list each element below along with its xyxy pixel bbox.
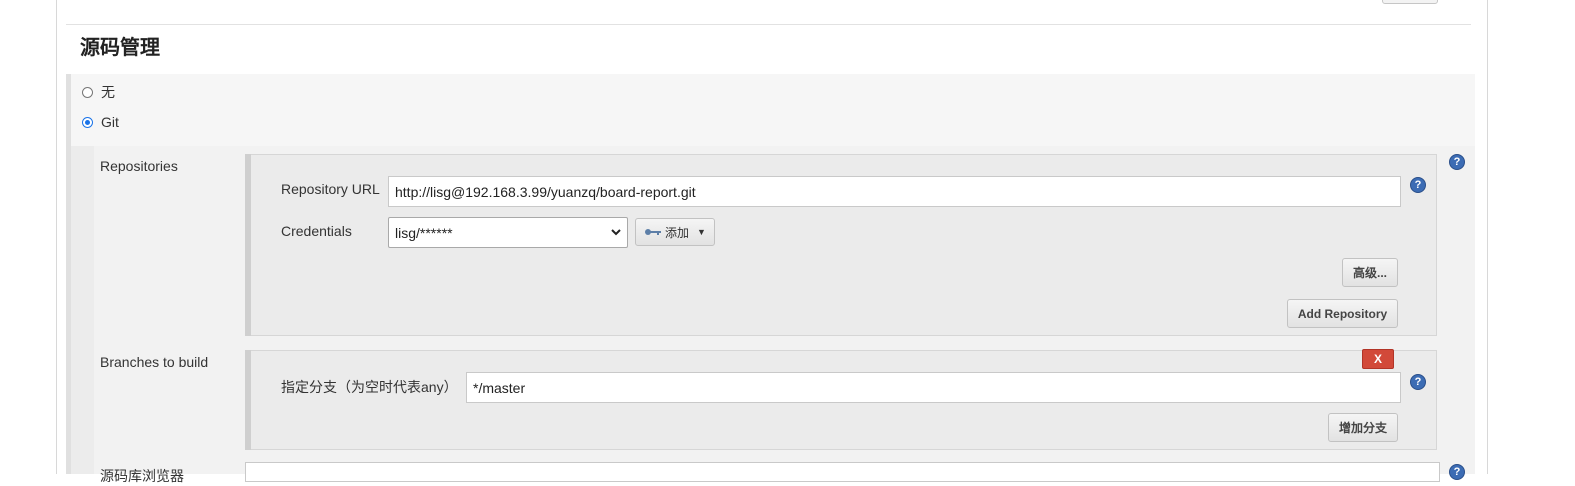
key-icon [645,229,662,235]
scm-option-git[interactable]: Git [82,114,119,130]
repository-browser-label: 源码库浏览器 [100,468,184,484]
scm-option-git-label: Git [101,114,119,130]
repository-browser-help-icon[interactable]: ? [1449,464,1465,480]
branches-label: Branches to build [100,354,209,370]
advanced-button[interactable]: 高级... [1342,258,1398,287]
delete-branch-button[interactable]: X [1362,349,1394,369]
repository-url-input[interactable]: http://lisg@192.168.3.99/yuanzq/board-re… [388,176,1401,207]
branch-indent-bar [245,350,251,450]
repository-url-help-icon[interactable]: ? [1410,177,1426,193]
section-title: 源码管理 [80,37,160,59]
repositories-label: Repositories [100,158,178,174]
scm-option-none[interactable]: 无 [82,82,115,102]
repository-url-label: Repository URL [281,181,380,197]
git-indent-bar [71,146,94,474]
previous-section-button[interactable] [1382,0,1438,4]
repository-indent-bar [245,154,251,336]
repository-browser-select[interactable] [245,462,1440,482]
add-repository-button[interactable]: Add Repository [1287,299,1398,328]
add-branch-button[interactable]: 增加分支 [1328,413,1398,442]
caret-down-icon: ▼ [697,227,706,237]
credentials-value: lisg/****** [395,224,453,241]
branch-specifier-value: */master [473,379,526,396]
branch-specifier-input[interactable]: */master [466,372,1401,403]
radio-git[interactable] [82,116,93,128]
chevron-down-icon [611,229,621,236]
add-credentials-button[interactable]: 添加 ▼ [635,218,715,246]
repositories-help-icon[interactable]: ? [1449,154,1465,170]
branch-specifier-help-icon[interactable]: ? [1410,374,1426,390]
credentials-select[interactable]: lisg/****** [388,217,628,248]
credentials-label: Credentials [281,223,352,239]
radio-none[interactable] [82,86,93,98]
scm-option-none-label: 无 [101,84,115,100]
branch-specifier-label: 指定分支（为空时代表any） [281,379,458,395]
add-credentials-label: 添加 [665,225,690,240]
repository-url-value: http://lisg@192.168.3.99/yuanzq/board-re… [395,183,696,200]
divider [66,24,1471,25]
